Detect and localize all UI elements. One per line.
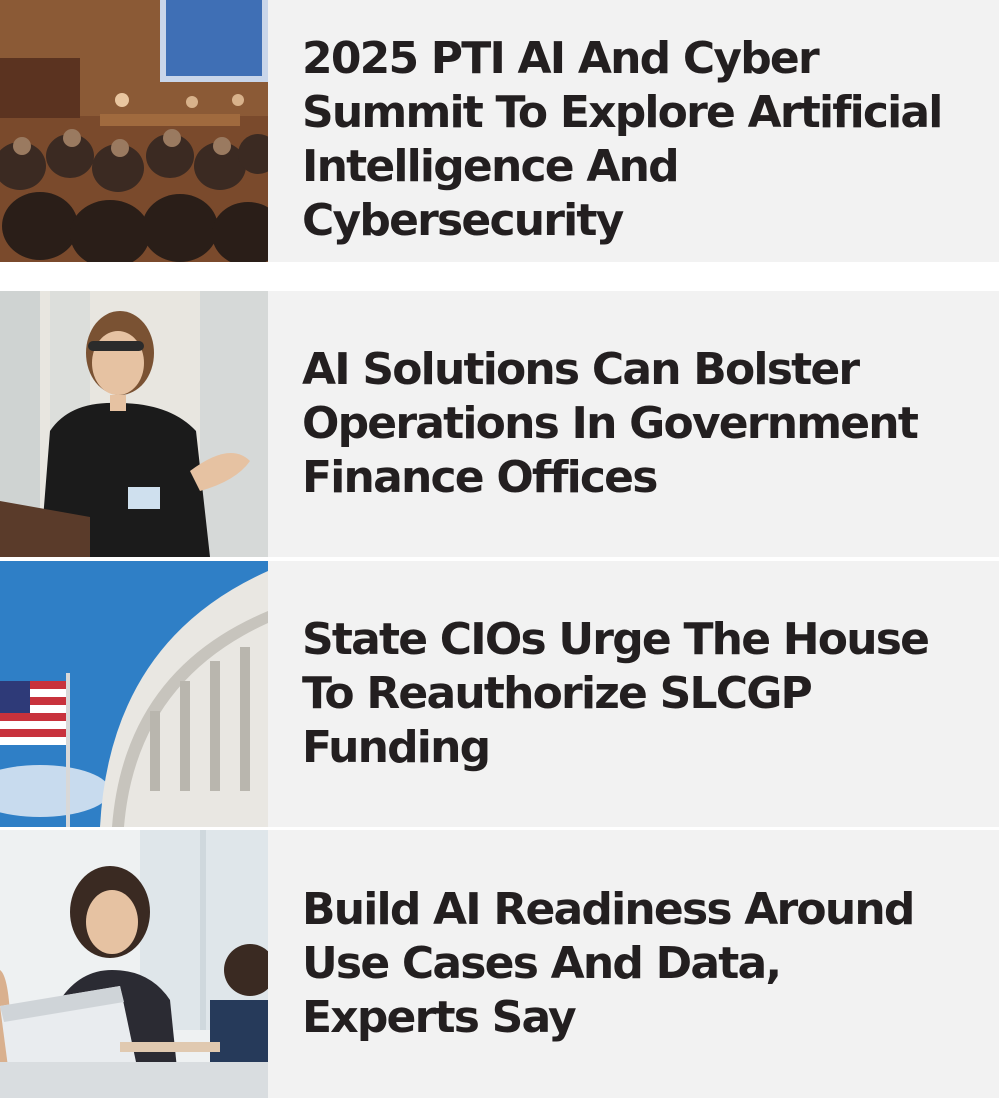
article-card: 2025 PTI AI And Cyber Summit To Explore … xyxy=(0,0,999,262)
article-thumbnail[interactable] xyxy=(0,561,268,827)
article-feed: 2025 PTI AI And Cyber Summit To Explore … xyxy=(0,0,999,1098)
article-headline-container: AI Solutions Can Bolster Operations In G… xyxy=(268,291,999,557)
article-card: AI Solutions Can Bolster Operations In G… xyxy=(0,291,999,557)
article-headline-link[interactable]: Build AI Readiness Around Use Cases And … xyxy=(302,883,962,1045)
article-headline-link[interactable]: State CIOs Urge The House To Reauthorize… xyxy=(302,613,962,775)
article-headline-container: Build AI Readiness Around Use Cases And … xyxy=(268,830,999,1098)
office-meeting-laptop-image xyxy=(0,830,268,1098)
article-thumbnail[interactable] xyxy=(0,0,268,262)
article-headline-link[interactable]: AI Solutions Can Bolster Operations In G… xyxy=(302,343,962,505)
article-card: State CIOs Urge The House To Reauthorize… xyxy=(0,561,999,827)
capitol-dome-flag-image xyxy=(0,561,268,827)
article-headline-link[interactable]: 2025 PTI AI And Cyber Summit To Explore … xyxy=(302,32,962,248)
conference-audience-image xyxy=(0,0,268,262)
article-headline-container: 2025 PTI AI And Cyber Summit To Explore … xyxy=(268,0,999,262)
article-thumbnail[interactable] xyxy=(0,291,268,557)
article-thumbnail[interactable] xyxy=(0,830,268,1098)
article-headline-container: State CIOs Urge The House To Reauthorize… xyxy=(268,561,999,827)
article-card: Build AI Readiness Around Use Cases And … xyxy=(0,830,999,1098)
speaker-presenting-image xyxy=(0,291,268,557)
